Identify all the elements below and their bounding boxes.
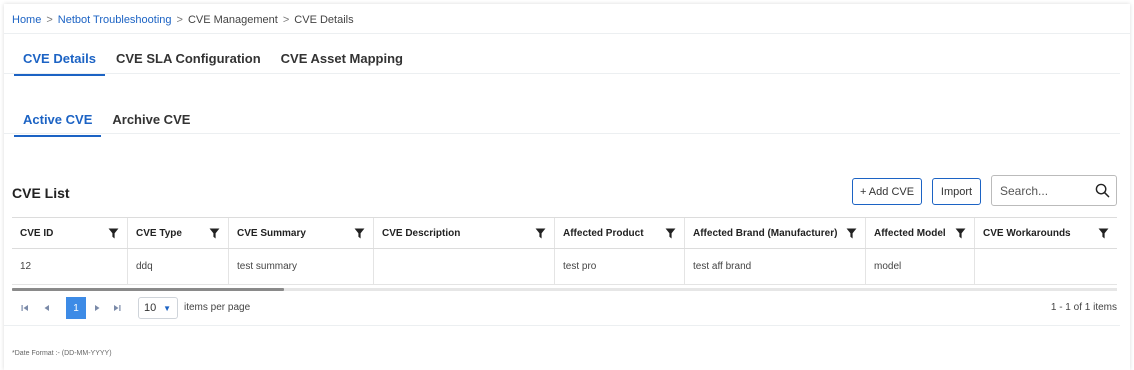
breadcrumb-cve-details: CVE Details [294,14,354,26]
column-header-cve-description[interactable]: CVE Description [374,218,555,248]
scrollbar-thumb[interactable] [12,288,284,291]
cell-cve-id: 12 [12,249,128,284]
pager: 1 10 ▼ items per page 1 - 1 of 1 items [12,297,1117,319]
tab-cve-sla-configuration[interactable]: CVE SLA Configuration [107,48,270,76]
column-header-cve-summary[interactable]: CVE Summary [229,218,374,248]
page-number-button[interactable]: 1 [66,297,86,319]
filter-icon[interactable] [108,228,119,239]
column-header-label: CVE Workarounds [983,227,1071,239]
pager-divider [4,325,1120,326]
import-button[interactable]: Import [932,178,981,205]
column-header-affected-product[interactable]: Affected Product [555,218,685,248]
filter-icon[interactable] [354,228,365,239]
page-size-value: 10 [144,302,157,314]
search-icon[interactable] [1095,183,1110,198]
cve-table: CVE ID CVE Type CVE Summary CVE Descript… [12,217,1117,285]
column-header-label: CVE Description [382,227,461,239]
filter-icon[interactable] [209,228,220,239]
breadcrumb-divider [4,33,1130,34]
breadcrumb-separator: > [176,14,183,26]
chevron-down-icon: ▼ [163,304,171,313]
tab-cve-asset-mapping[interactable]: CVE Asset Mapping [272,48,412,76]
pager-info: 1 - 1 of 1 items [1050,302,1117,313]
column-header-label: Affected Model [874,227,946,239]
page-size-dropdown[interactable]: 10 ▼ [138,297,178,319]
cell-cve-description [374,249,555,284]
filter-icon[interactable] [846,228,857,239]
page-container: Home > Netbot Troubleshooting > CVE Mana… [4,4,1130,370]
search-box [991,175,1117,206]
breadcrumb: Home > Netbot Troubleshooting > CVE Mana… [12,14,354,26]
cve-list-title: CVE List [12,185,70,201]
filter-icon[interactable] [955,228,966,239]
table-header: CVE ID CVE Type CVE Summary CVE Descript… [12,217,1117,249]
search-input[interactable] [1000,183,1096,198]
first-page-icon[interactable] [18,300,32,316]
column-header-label: CVE Summary [237,227,306,239]
column-header-affected-brand[interactable]: Affected Brand (Manufacturer) [685,218,866,248]
horizontal-scrollbar[interactable] [12,288,1117,291]
cell-affected-product: test pro [555,249,685,284]
filter-icon[interactable] [535,228,546,239]
breadcrumb-cve-management: CVE Management [187,14,278,26]
column-header-label: CVE ID [20,227,54,239]
tab-cve-details[interactable]: CVE Details [14,48,105,76]
prev-page-icon[interactable] [40,300,54,316]
date-format-note: *Date Format :- (DD-MM-YYYY) [12,350,112,357]
filter-icon[interactable] [1098,228,1109,239]
breadcrumb-separator: > [46,14,53,26]
filter-icon[interactable] [665,228,676,239]
column-header-label: Affected Product [563,227,644,239]
cell-cve-type: ddq [128,249,229,284]
cell-cve-summary: test summary [229,249,374,284]
column-header-cve-type[interactable]: CVE Type [128,218,229,248]
breadcrumb-separator: > [282,14,290,26]
breadcrumb-netbot-troubleshooting[interactable]: Netbot Troubleshooting [58,14,172,26]
next-page-icon[interactable] [90,300,104,316]
main-tabs: CVE Details CVE SLA Configuration CVE As… [14,48,414,76]
column-header-label: CVE Type [136,227,182,239]
cell-affected-brand: test aff brand [685,249,866,284]
cell-cve-workarounds [975,249,1117,284]
breadcrumb-home[interactable]: Home [12,14,41,26]
sub-tabs-divider [4,133,1120,134]
cell-affected-model: model [866,249,975,284]
column-header-cve-id[interactable]: CVE ID [12,218,128,248]
add-cve-button[interactable]: + Add CVE [852,178,922,205]
column-header-label: Affected Brand (Manufacturer) [693,227,838,239]
column-header-affected-model[interactable]: Affected Model [866,218,975,248]
last-page-icon[interactable] [110,300,124,316]
main-tabs-divider [4,73,1120,74]
table-row[interactable]: 12 ddq test summary test pro test aff br… [12,249,1117,285]
column-header-cve-workarounds[interactable]: CVE Workarounds [975,218,1117,248]
items-per-page-label: items per page [184,302,251,313]
